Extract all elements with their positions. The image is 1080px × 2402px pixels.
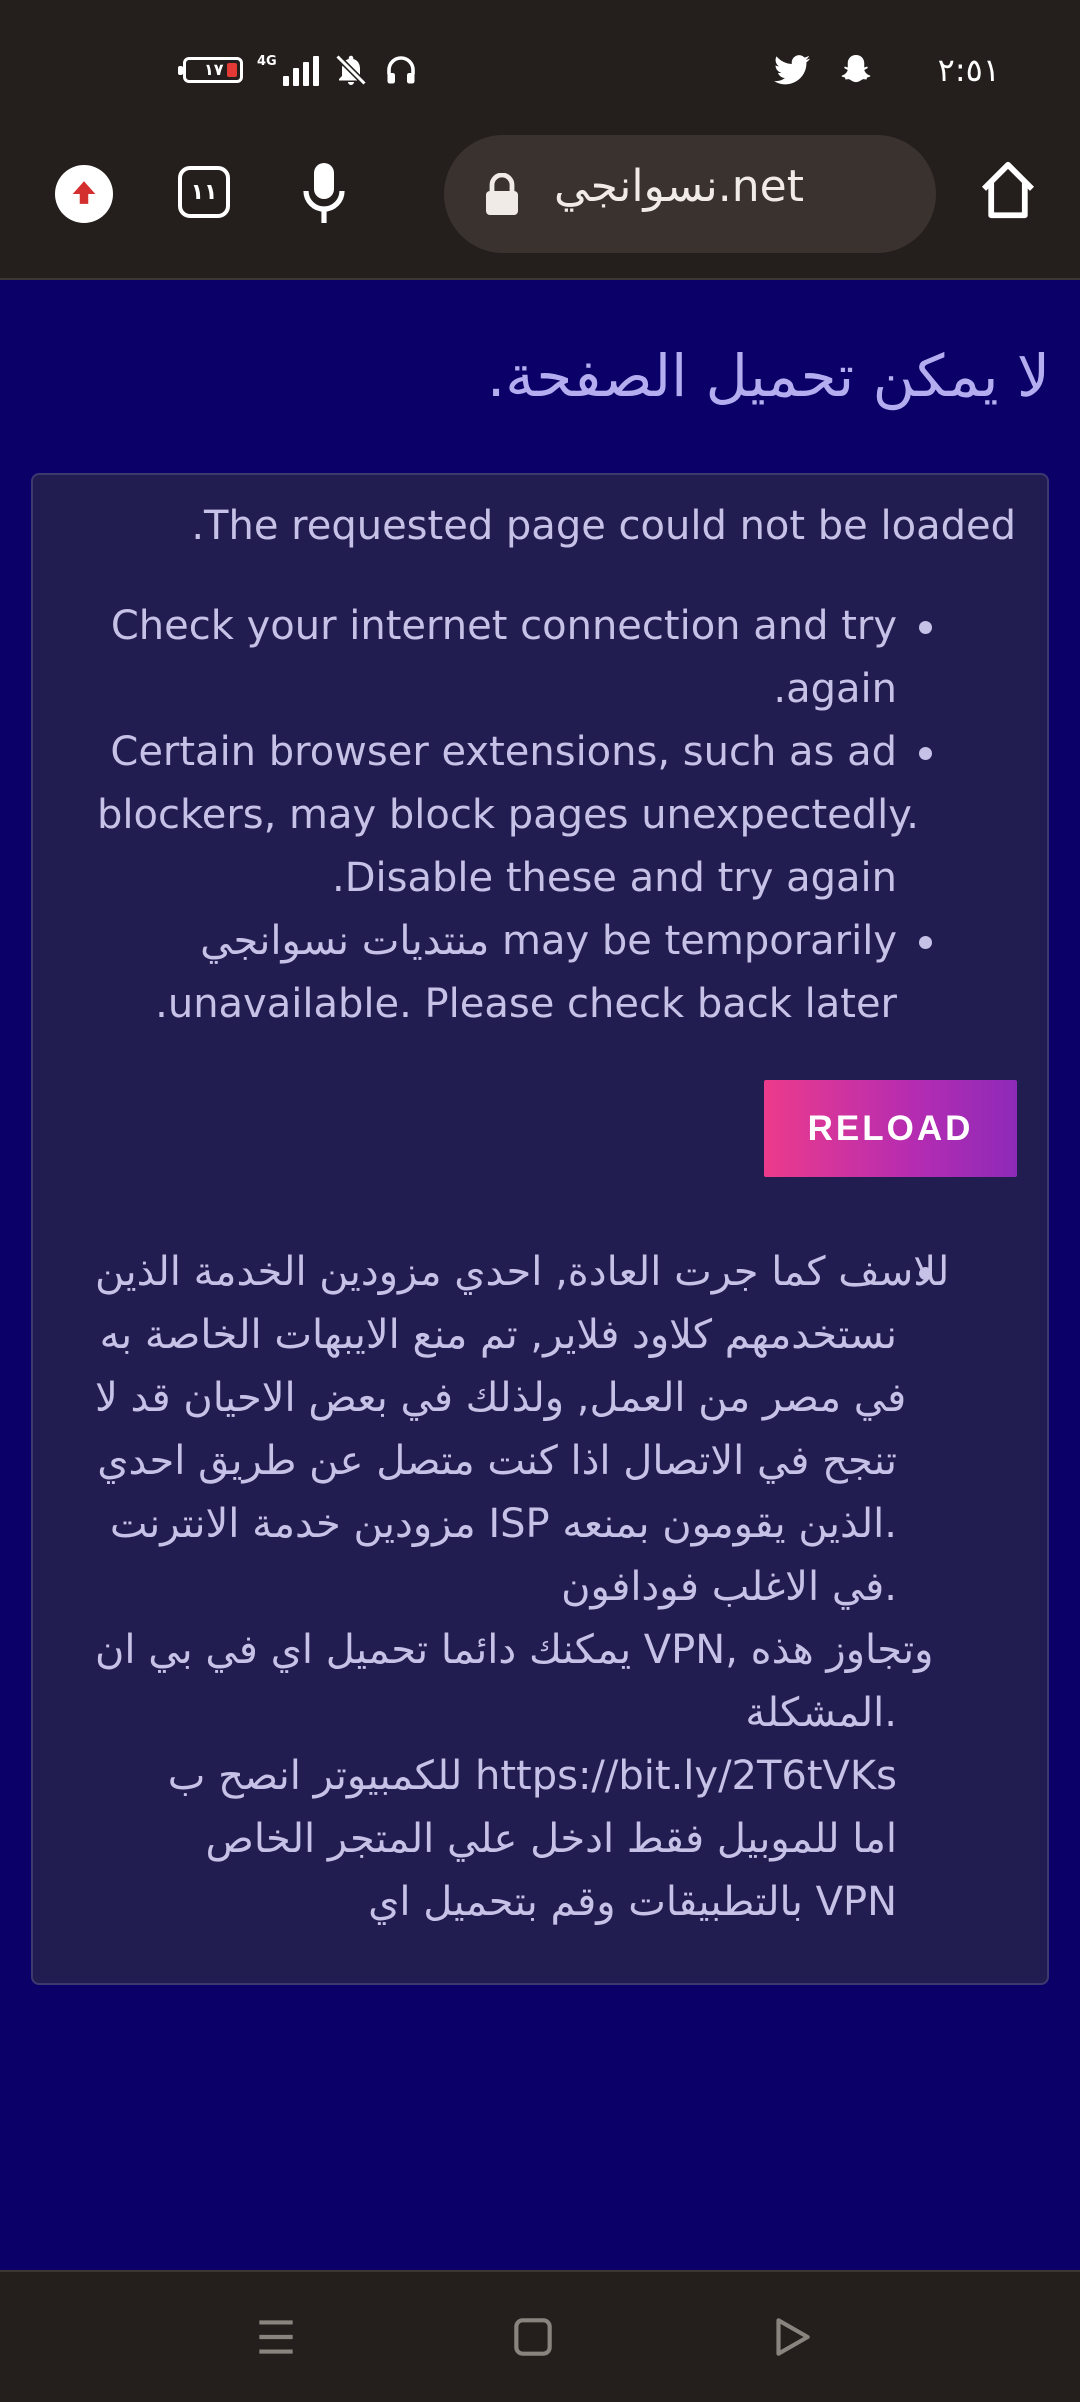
notice-line: يمكنك دائما تحميل اي في بي ان VPN, وتجاو… xyxy=(95,1627,934,1673)
list-item-line: .unavailable. Please check back later xyxy=(155,981,897,1027)
tabs-button[interactable]: ١١ xyxy=(178,166,230,218)
list-item-line: Certain browser extensions, such as ad xyxy=(110,729,897,775)
home-icon xyxy=(981,161,1035,219)
list-item-line: blockers, may block pages unexpectedly. xyxy=(97,792,919,838)
list-item-line: منتديات نسوانجي may be temporarily xyxy=(200,918,897,964)
signal-icon: 4G xyxy=(257,54,319,86)
notice-line: للاسف كما جرت العادة, احدي مزودين الخدمة… xyxy=(95,1249,950,1295)
home-square-icon[interactable] xyxy=(508,2312,558,2362)
notice-line: في الاغلب فودافون. xyxy=(561,1564,897,1610)
list-item: Check your internet connection and try .… xyxy=(47,595,1047,721)
notice-line: مزودين خدمة الانترنت ISP الذين يقومون بم… xyxy=(109,1501,897,1547)
network-type: 4G xyxy=(257,54,277,69)
notice-list: للاسف كما جرت العادة, احدي مزودين الخدمة… xyxy=(47,1241,1047,1934)
browser-toolbar: ١١ نسوانجي.net xyxy=(0,130,1080,280)
page-title: لا يمكن تحميل الصفحة. xyxy=(486,342,1050,410)
reload-button[interactable]: RELOAD xyxy=(764,1080,1017,1177)
update-button[interactable] xyxy=(55,165,113,223)
notice-line: بالتطبيقات وقم بتحميل اي VPN xyxy=(368,1879,897,1925)
notice-line: في مصر من العمل, ولذلك في بعض الاحيان قد… xyxy=(95,1375,907,1421)
twitter-icon xyxy=(773,55,810,85)
menu-icon[interactable] xyxy=(251,2312,301,2362)
notice-line: المشكلة. xyxy=(745,1690,897,1736)
list-item-line: .again xyxy=(773,666,897,712)
system-nav-bar xyxy=(0,2270,1080,2402)
list-item: Certain browser extensions, such as ad b… xyxy=(47,721,1047,910)
tab-count: ١١ xyxy=(190,179,218,205)
page-content: لا يمكن تحميل الصفحة. .The requested pag… xyxy=(0,280,1080,2270)
snapchat-icon xyxy=(841,55,870,83)
battery-icon: ١٧ xyxy=(178,57,243,83)
mic-icon xyxy=(303,163,345,223)
status-time: ٢:٥١ xyxy=(937,51,1000,89)
notice-item: للاسف كما جرت العادة, احدي مزودين الخدمة… xyxy=(47,1241,1047,1934)
suggestion-list: Check your internet connection and try .… xyxy=(47,595,1047,1036)
status-bar: ١٧ 4G ٢:٥١ xyxy=(0,0,1080,130)
update-icon xyxy=(72,181,96,204)
home-button[interactable] xyxy=(978,158,1038,222)
mute-icon xyxy=(335,54,367,86)
notice-line: للكمبيوتر انصح ب https://bit.ly/2T6tVKs xyxy=(167,1753,897,1799)
url-text: نسوانجي.net xyxy=(554,161,804,212)
list-item-line: Check your internet connection and try xyxy=(110,603,897,649)
notice-line: تنجح في الاتصال اذا كنت متصل عن طريق احد… xyxy=(97,1438,897,1484)
status-left-group: ١٧ 4G xyxy=(178,50,419,90)
list-item-line: .Disable these and try again xyxy=(332,855,897,901)
list-item: منتديات نسوانجي may be temporarily .unav… xyxy=(47,910,1047,1036)
status-right-group: ٢:٥١ xyxy=(773,48,1000,92)
back-icon[interactable] xyxy=(766,2312,816,2362)
error-card: .The requested page could not be loaded … xyxy=(31,473,1049,1985)
notice-line: اما للموبيل فقط ادخل علي المتجر الخاص xyxy=(205,1816,897,1862)
error-message: .The requested page could not be loaded xyxy=(191,503,1016,549)
address-bar[interactable]: نسوانجي.net xyxy=(444,135,936,253)
voice-search-button[interactable] xyxy=(296,158,352,230)
notice-line: نستخدمهم كلاود فلاير, تم منع الايبهات ال… xyxy=(99,1312,897,1358)
headphones-icon xyxy=(386,56,415,84)
lock-icon xyxy=(486,173,518,215)
battery-level: ١٧ xyxy=(204,60,224,79)
